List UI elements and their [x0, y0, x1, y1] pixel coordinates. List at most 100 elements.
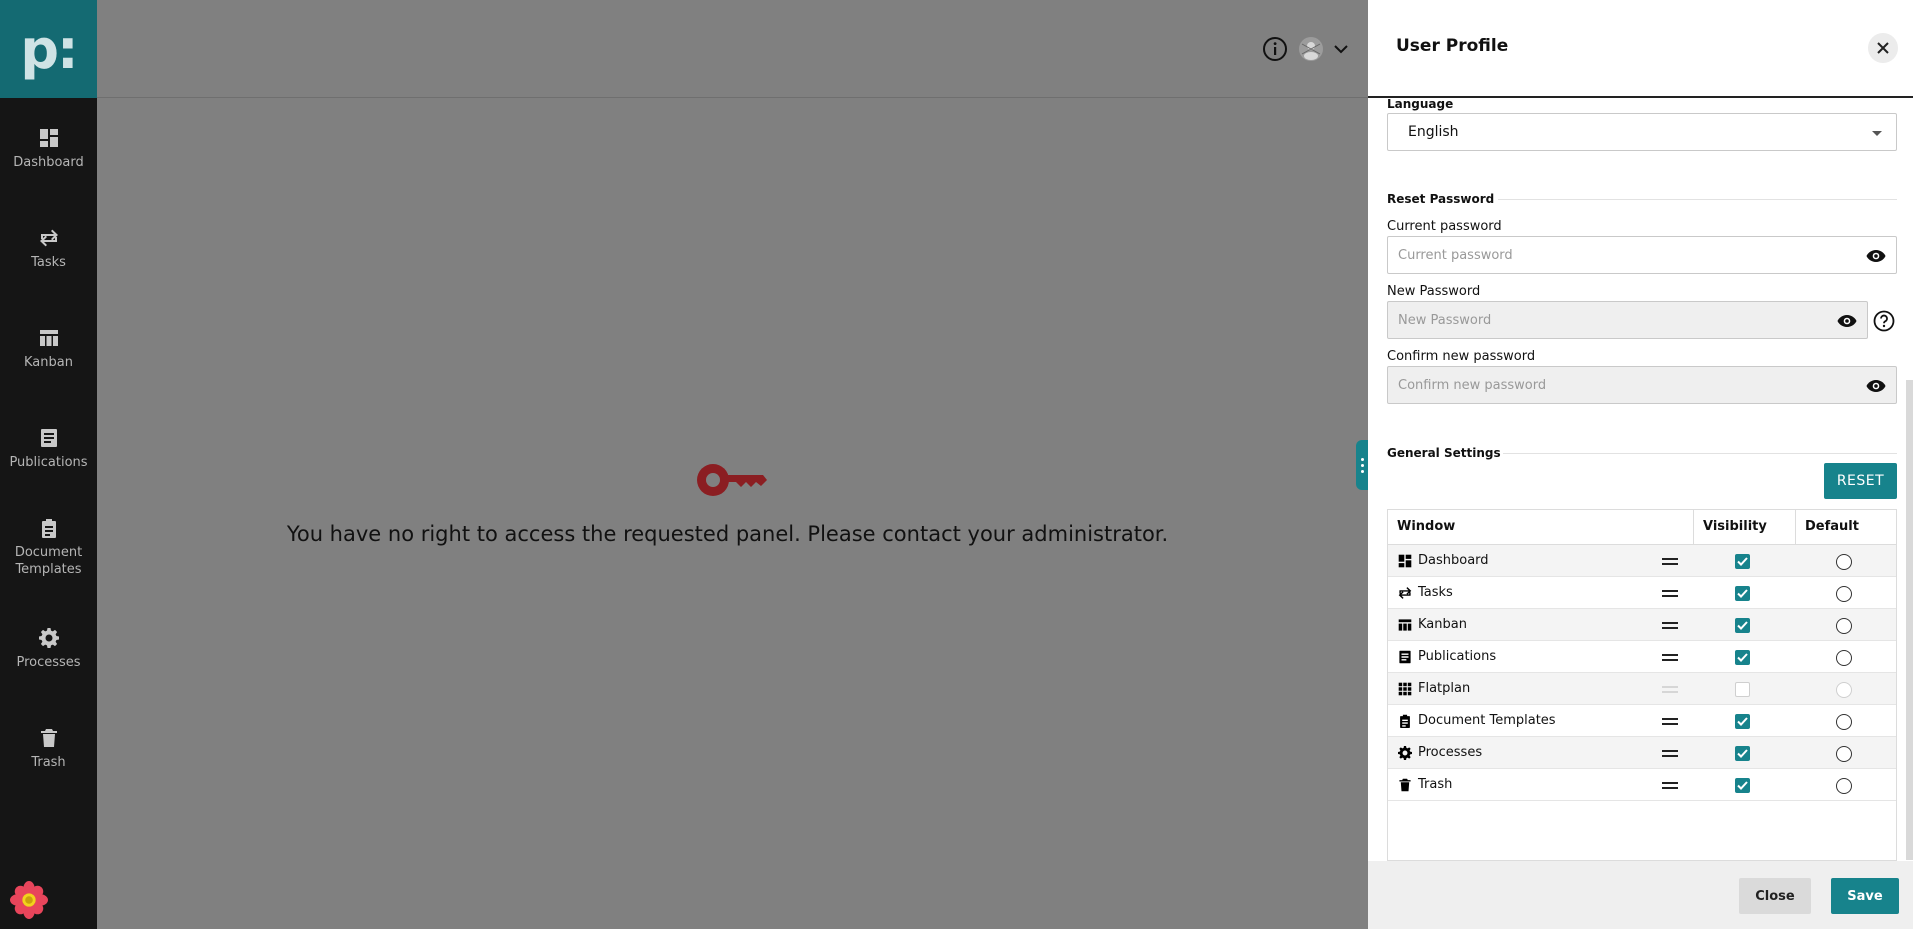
app-logo[interactable]: p: — [0, 0, 97, 98]
row-name: Document Templates — [1418, 713, 1556, 728]
row-name: Processes — [1418, 745, 1483, 760]
visibility-checkbox[interactable] — [1735, 682, 1750, 697]
general-settings-title: General Settings — [1387, 446, 1501, 460]
sidebar-item-document-templates[interactable]: Document Templates — [0, 518, 97, 578]
check-icon — [1737, 557, 1748, 566]
confirm-password-label: Confirm new password — [1387, 349, 1536, 364]
current-password-input[interactable] — [1388, 237, 1896, 273]
new-password-input[interactable] — [1388, 302, 1867, 338]
sidebar-item-tasks[interactable]: Tasks — [0, 228, 97, 271]
sidebar-item-publications[interactable]: Publications — [0, 428, 97, 471]
check-icon — [1737, 781, 1748, 790]
check-icon — [1737, 653, 1748, 662]
drawer-resize-handle[interactable] — [1356, 440, 1368, 490]
sidebar: p: Dashboard Tasks Kanban Publications D… — [0, 0, 97, 929]
sidebar-item-label: Tasks — [31, 255, 66, 270]
help-icon[interactable] — [1873, 310, 1895, 332]
default-radio[interactable] — [1836, 618, 1852, 634]
save-button[interactable]: Save — [1831, 878, 1899, 914]
eye-icon[interactable] — [1866, 248, 1886, 264]
sidebar-item-dashboard[interactable]: Dashboard — [0, 128, 97, 171]
drag-handle-icon[interactable] — [1662, 718, 1678, 725]
default-radio[interactable] — [1836, 714, 1852, 730]
visibility-checkbox[interactable] — [1735, 714, 1750, 729]
table-row-trash: Trash — [1388, 769, 1896, 801]
default-radio[interactable] — [1836, 650, 1852, 666]
close-button[interactable]: Close — [1739, 878, 1811, 914]
eye-icon[interactable] — [1866, 378, 1886, 394]
info-icon[interactable] — [1262, 36, 1288, 62]
table-row-document-templates: Document Templates — [1388, 705, 1896, 737]
language-select[interactable]: English — [1387, 113, 1897, 151]
row-name: Publications — [1418, 649, 1497, 664]
publications-icon — [40, 429, 57, 447]
document-templates-icon — [1400, 714, 1410, 728]
visibility-checkbox[interactable] — [1735, 554, 1750, 569]
row-name: Flatplan — [1418, 681, 1471, 696]
visibility-checkbox[interactable] — [1735, 586, 1750, 601]
confirm-password-field — [1387, 366, 1897, 404]
check-icon — [1737, 621, 1748, 630]
default-radio[interactable] — [1836, 586, 1852, 602]
caret-down-icon — [1872, 131, 1882, 136]
trash-icon — [1399, 778, 1411, 792]
close-drawer-button[interactable] — [1868, 33, 1898, 63]
processes-icon — [38, 628, 59, 648]
visibility-checkbox[interactable] — [1735, 650, 1750, 665]
flower-logo-icon[interactable] — [10, 881, 48, 919]
visibility-checkbox[interactable] — [1735, 778, 1750, 793]
check-icon — [1737, 749, 1748, 758]
sidebar-item-trash[interactable]: Trash — [0, 728, 97, 771]
drag-handle-icon[interactable] — [1662, 590, 1678, 597]
user-profile-drawer: User Profile Language English Reset Pass… — [1368, 0, 1913, 929]
kanban-icon — [1398, 619, 1412, 631]
eye-icon[interactable] — [1837, 313, 1857, 329]
drag-handle-icon[interactable] — [1662, 654, 1678, 661]
default-radio[interactable] — [1836, 746, 1852, 762]
window-settings-table: Window Visibility Default Dashboard Task… — [1387, 509, 1897, 861]
dashboard-icon — [39, 129, 58, 147]
visibility-checkbox[interactable] — [1735, 618, 1750, 633]
column-header-visibility: Visibility — [1703, 519, 1767, 534]
drag-handle-icon[interactable] — [1662, 686, 1678, 693]
trash-icon — [40, 729, 57, 747]
drawer-footer: Close Save — [1368, 861, 1913, 929]
table-row-publications: Publications — [1388, 641, 1896, 673]
confirm-password-input[interactable] — [1388, 367, 1896, 403]
default-radio[interactable] — [1836, 682, 1852, 698]
flatplan-icon — [1398, 682, 1412, 696]
reset-button[interactable]: RESET — [1824, 463, 1897, 499]
check-icon — [1737, 589, 1748, 598]
table-row-flatplan: Flatplan — [1388, 673, 1896, 705]
sidebar-item-kanban[interactable]: Kanban — [0, 328, 97, 371]
row-name: Dashboard — [1418, 553, 1489, 568]
drawer-scrollbar[interactable] — [1906, 380, 1913, 860]
no-access-panel: You have no right to access the requeste… — [97, 458, 1368, 546]
new-password-label: New Password — [1387, 284, 1481, 299]
language-value: English — [1408, 124, 1459, 140]
sidebar-item-label: Kanban — [24, 355, 73, 370]
drawer-title: User Profile — [1396, 36, 1509, 56]
default-radio[interactable] — [1836, 778, 1852, 794]
drag-handle-icon[interactable] — [1662, 622, 1678, 629]
logo-text: p: — [20, 17, 78, 81]
key-icon — [697, 464, 767, 496]
drag-handle-icon[interactable] — [1662, 782, 1678, 789]
sidebar-item-label: Processes — [16, 655, 81, 670]
avatar[interactable] — [1298, 36, 1324, 62]
drag-handle-icon[interactable] — [1662, 750, 1678, 757]
row-name: Tasks — [1418, 585, 1453, 600]
new-password-field — [1387, 301, 1868, 339]
sidebar-item-processes[interactable]: Processes — [0, 628, 97, 671]
check-icon — [1737, 717, 1748, 726]
visibility-checkbox[interactable] — [1735, 746, 1750, 761]
table-row-kanban: Kanban — [1388, 609, 1896, 641]
language-label: Language — [1387, 97, 1454, 111]
default-radio[interactable] — [1836, 554, 1852, 570]
current-password-field — [1387, 236, 1897, 274]
reset-password-title: Reset Password — [1387, 192, 1495, 206]
chevron-down-icon[interactable] — [1334, 44, 1348, 54]
drag-handle-icon[interactable] — [1662, 558, 1678, 565]
close-icon — [1877, 42, 1889, 54]
table-row-processes: Processes — [1388, 737, 1896, 769]
